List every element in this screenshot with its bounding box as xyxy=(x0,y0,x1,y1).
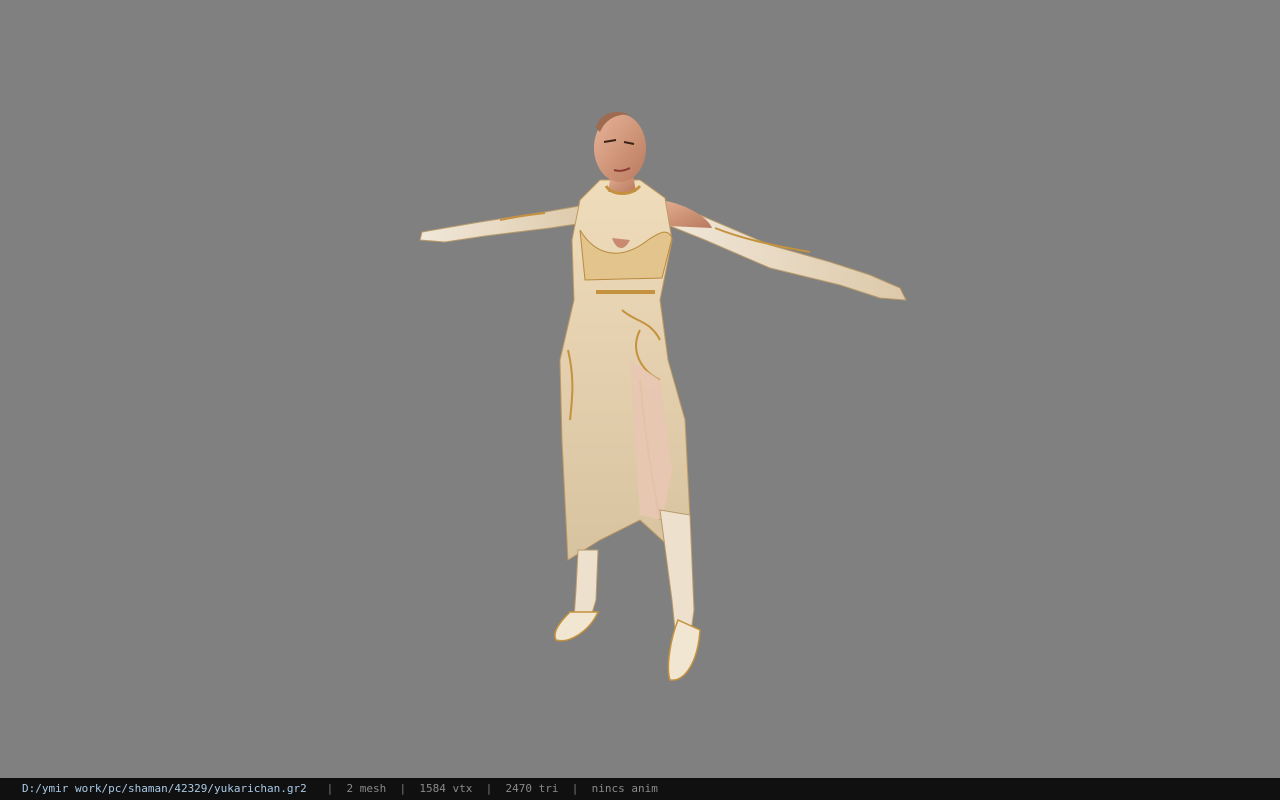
status-bar: D:/ymir work/pc/shaman/42329/yukarichan.… xyxy=(0,778,1280,800)
animation-status: nincs anim xyxy=(591,782,658,795)
right-arm xyxy=(650,199,907,301)
vertex-count: 1584 vtx xyxy=(419,782,473,795)
mesh-count: 2 mesh xyxy=(346,782,387,795)
3d-viewport[interactable] xyxy=(0,0,1280,778)
file-path-text: D:/ymir work/pc/shaman/42329/yukarichan.… xyxy=(22,782,307,795)
separator: | xyxy=(326,782,334,795)
body-dress xyxy=(559,179,691,561)
separator: | xyxy=(485,782,493,795)
triangle-count: 2470 tri xyxy=(505,782,559,795)
separator: | xyxy=(399,782,407,795)
separator: | xyxy=(571,782,579,795)
character-model-render[interactable] xyxy=(0,0,1280,778)
